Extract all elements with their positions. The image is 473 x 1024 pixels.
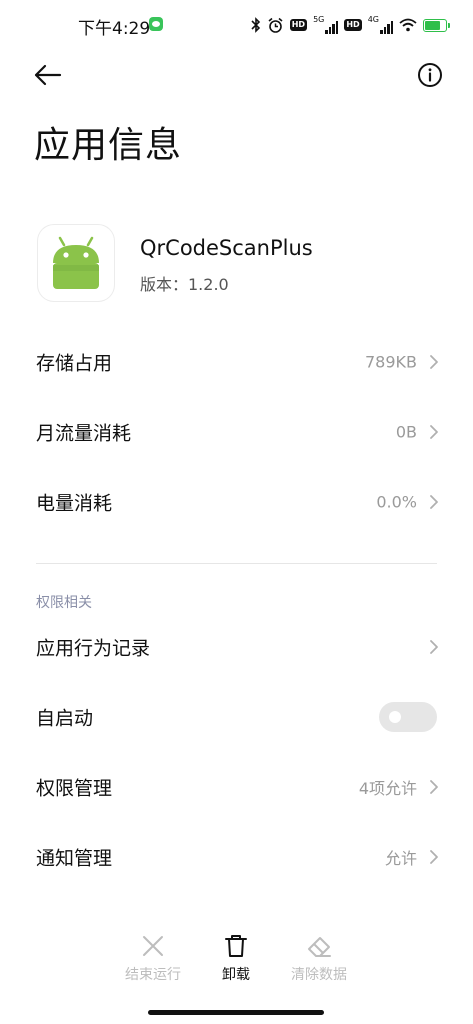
row-label: 权限管理 xyxy=(36,777,113,800)
trash-icon xyxy=(225,935,247,957)
row-label: 应用行为记录 xyxy=(36,637,151,660)
android-icon xyxy=(53,236,99,289)
status-time: 下午4:29 xyxy=(78,19,151,39)
wechat-notification-icon xyxy=(149,17,163,31)
battery-usage-row[interactable]: 电量消耗 0.0% xyxy=(0,472,473,532)
info-button[interactable] xyxy=(417,62,443,88)
row-label: 通知管理 xyxy=(36,847,113,870)
status-bar: 下午4:29 HD 5G HD 4G xyxy=(0,0,473,50)
row-value: 0B xyxy=(395,422,417,442)
action-label: 结束运行 xyxy=(125,967,181,983)
row-value: 4项允许 xyxy=(358,779,417,798)
row-label: 存储占用 xyxy=(36,352,113,375)
action-label: 清除数据 xyxy=(291,967,347,983)
network-type-1: 5G xyxy=(313,15,325,24)
clear-data-button[interactable]: 清除数据 xyxy=(279,930,359,984)
bluetooth-icon xyxy=(251,17,260,33)
chevron-right-icon xyxy=(430,780,438,794)
close-icon xyxy=(143,936,163,956)
back-button[interactable] xyxy=(32,60,64,90)
app-behavior-record-row[interactable]: 应用行为记录 xyxy=(0,617,473,677)
signal-icon: 4G xyxy=(368,16,393,34)
chevron-right-icon xyxy=(430,850,438,864)
storage-row[interactable]: 存储占用 789KB xyxy=(0,332,473,392)
app-icon xyxy=(38,225,114,301)
uninstall-button[interactable]: 卸载 xyxy=(196,930,276,984)
info-icon xyxy=(418,63,442,87)
eraser-icon xyxy=(308,937,331,957)
bottom-action-bar: 结束运行 卸载 清除数据 xyxy=(0,930,473,990)
row-value: 789KB xyxy=(364,352,417,372)
row-value: 0.0% xyxy=(376,492,417,512)
app-info-screen: 下午4:29 HD 5G HD 4G 应用信息 QrCodeScanPlus 版… xyxy=(0,0,473,1024)
network-type-2: 4G xyxy=(367,15,379,24)
chevron-right-icon xyxy=(430,425,438,439)
signal-icon: 5G xyxy=(313,15,339,34)
section-label-permissions: 权限相关 xyxy=(36,595,92,611)
force-stop-button[interactable]: 结束运行 xyxy=(113,930,193,984)
back-arrow-icon xyxy=(34,64,62,86)
monthly-data-usage-row[interactable]: 月流量消耗 0B xyxy=(0,402,473,462)
row-label: 月流量消耗 xyxy=(36,422,132,445)
autostart-toggle[interactable] xyxy=(379,702,437,732)
status-icons: HD 5G HD 4G xyxy=(251,14,450,36)
row-value: 允许 xyxy=(384,849,417,868)
hd-icon: HD xyxy=(289,19,308,31)
notification-management-row[interactable]: 通知管理 允许 xyxy=(0,827,473,887)
permission-management-row[interactable]: 权限管理 4项允许 xyxy=(0,757,473,817)
action-label: 卸载 xyxy=(222,967,250,983)
hd-icon: HD xyxy=(344,19,362,31)
toggle-knob xyxy=(389,711,401,723)
battery-charging-icon xyxy=(423,18,450,32)
autostart-row: 自启动 xyxy=(0,687,473,747)
chevron-right-icon xyxy=(430,355,438,369)
app-version: 版本：1.2.0 xyxy=(140,275,229,294)
row-label: 自启动 xyxy=(36,707,94,730)
alarm-icon xyxy=(268,17,283,33)
page-title: 应用信息 xyxy=(34,125,183,166)
app-name: QrCodeScanPlus xyxy=(140,236,313,260)
chevron-right-icon xyxy=(430,640,438,654)
wifi-icon xyxy=(399,18,417,32)
chevron-right-icon xyxy=(430,495,438,509)
row-label: 电量消耗 xyxy=(36,492,113,515)
divider xyxy=(36,563,437,564)
home-indicator[interactable] xyxy=(148,1010,324,1015)
